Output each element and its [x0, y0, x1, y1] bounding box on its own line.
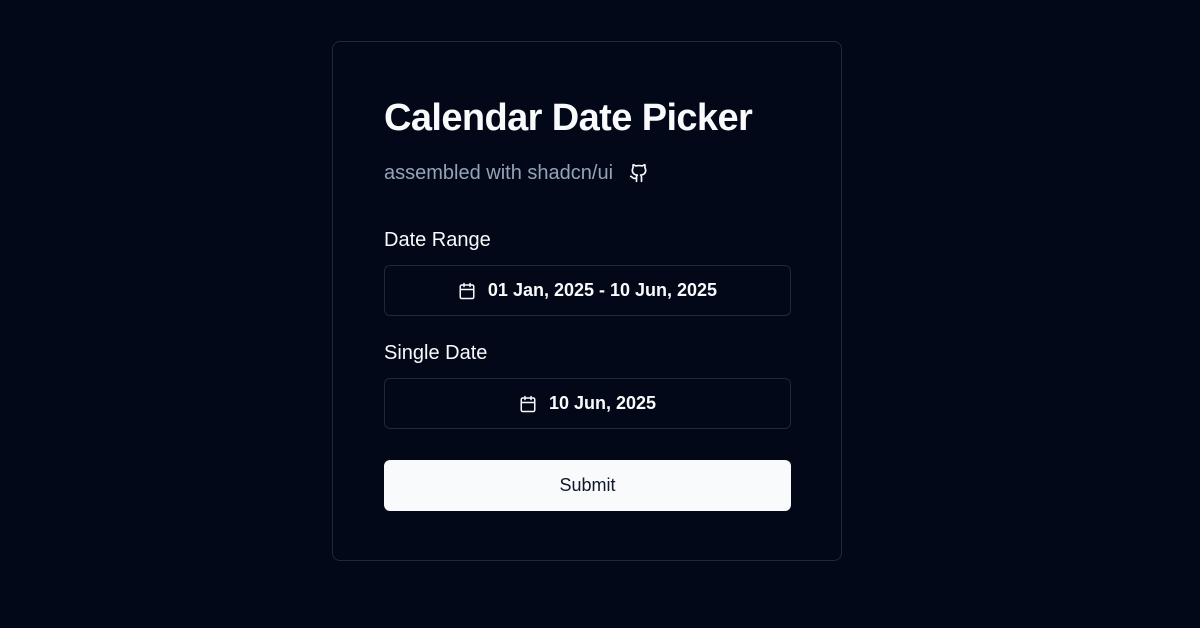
date-range-value: 01 Jan, 2025 - 10 Jun, 2025	[487, 280, 718, 300]
github-icon[interactable]	[629, 163, 649, 183]
page: Calendar Date Picker assembled with shad…	[0, 0, 1200, 628]
single-date-label: Single Date	[384, 342, 488, 364]
calendar-icon	[519, 395, 537, 413]
card-title: Calendar Date Picker	[384, 97, 753, 139]
submit-button[interactable]: Submit	[384, 460, 791, 511]
date-picker-card: Calendar Date Picker assembled with shad…	[332, 41, 842, 561]
subtitle-row: assembled with shadcn/ui	[384, 160, 649, 186]
card-subtitle: assembled with shadcn/ui	[384, 162, 614, 184]
date-range-picker-button[interactable]: 01 Jan, 2025 - 10 Jun, 2025	[384, 265, 791, 316]
single-date-picker-button[interactable]: 10 Jun, 2025	[384, 378, 791, 429]
date-range-label: Date Range	[384, 229, 491, 251]
calendar-icon	[458, 282, 476, 300]
single-date-value: 10 Jun, 2025	[548, 393, 657, 413]
